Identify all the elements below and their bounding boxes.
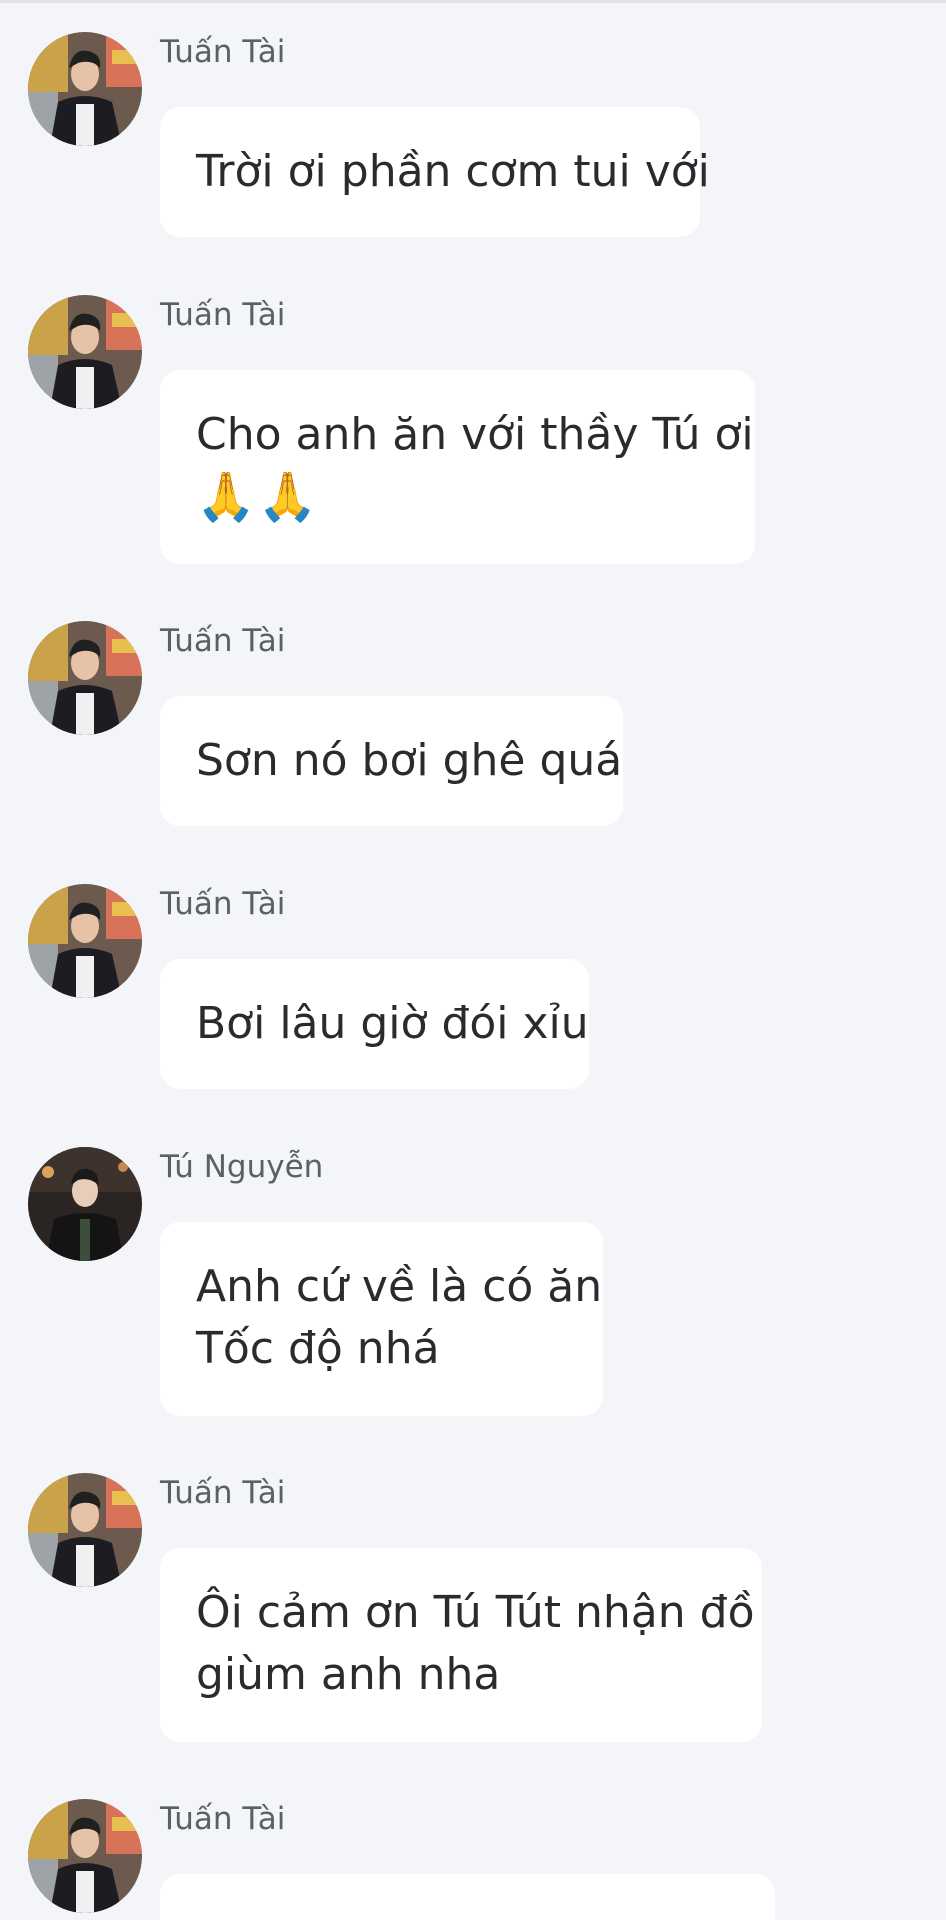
avatar[interactable] xyxy=(28,295,142,409)
avatar[interactable] xyxy=(28,32,142,146)
message-text: Ôi cảm ơn Tú Tút nhận đồ xyxy=(196,1587,755,1638)
message-text: Tốc độ nhá xyxy=(196,1323,440,1374)
message-text: giùm anh nha xyxy=(196,1649,501,1700)
sender-name: Tuấn Tài xyxy=(160,34,286,70)
avatar[interactable] xyxy=(28,1147,142,1261)
pray-emoji: 🙏🙏 xyxy=(196,469,320,525)
message-text: Bơi lâu giờ đói xỉu xyxy=(196,998,589,1049)
message-bubble[interactable]: Trời ơi phần cơm tui với xyxy=(160,107,710,237)
avatar[interactable] xyxy=(28,884,142,998)
message-text: Cho anh ăn với thầy Tú ơi xyxy=(196,409,754,460)
message-bubble[interactable] xyxy=(160,1874,775,1920)
sender-name: Tuấn Tài xyxy=(160,297,286,333)
avatar[interactable] xyxy=(28,621,142,735)
message-text: Sơn nó bơi ghê quá xyxy=(196,735,623,786)
sender-name: Tú Nguyễn xyxy=(160,1149,324,1185)
sender-name: Tuấn Tài xyxy=(160,1475,286,1511)
avatar[interactable] xyxy=(28,1473,142,1587)
message-text xyxy=(196,1908,739,1920)
message-bubble[interactable]: Cho anh ăn với thầy Tú ơi 🙏🙏 xyxy=(160,370,755,564)
message-text: Anh cứ về là có ăn xyxy=(196,1261,603,1312)
message-bubble[interactable]: Bơi lâu giờ đói xỉu xyxy=(160,959,589,1089)
sender-name: Tuấn Tài xyxy=(160,1801,286,1837)
message-bubble[interactable]: Ôi cảm ơn Tú Tút nhận đồ giùm anh nha xyxy=(160,1548,762,1742)
message-bubble[interactable]: Sơn nó bơi ghê quá xyxy=(160,696,623,826)
chat-thread: Tuấn Tài Trời ơi phần cơm tui với Tuấn T… xyxy=(0,0,946,1920)
message-text: Trời ơi phần cơm tui với xyxy=(196,146,710,197)
sender-name: Tuấn Tài xyxy=(160,886,286,922)
sender-name: Tuấn Tài xyxy=(160,623,286,659)
message-bubble[interactable]: Anh cứ về là có ăn Tốc độ nhá xyxy=(160,1222,603,1416)
avatar[interactable] xyxy=(28,1799,142,1913)
